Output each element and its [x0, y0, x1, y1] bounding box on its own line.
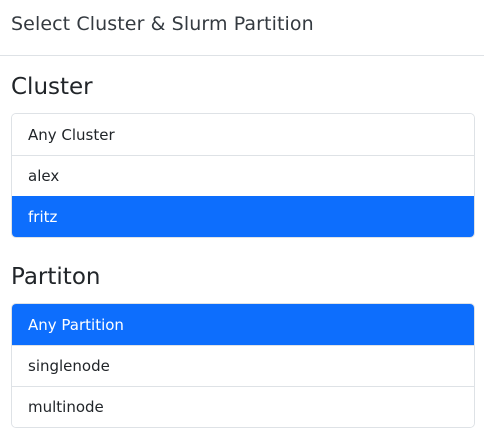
partition-item-any[interactable]: Any Partition: [12, 304, 474, 345]
cluster-item-label: alex: [28, 167, 60, 185]
partition-list: Any Partition singlenode multinode: [11, 303, 475, 428]
dialog-body: Cluster Any Cluster alex fritz Partiton …: [0, 56, 484, 428]
partition-item-multinode[interactable]: multinode: [12, 386, 474, 427]
cluster-item-fritz[interactable]: fritz: [12, 196, 474, 237]
partition-item-label: multinode: [28, 398, 104, 416]
cluster-list: Any Cluster alex fritz: [11, 113, 475, 238]
cluster-partition-dialog: Select Cluster & Slurm Partition Cluster…: [0, 0, 484, 428]
partition-heading: Partiton: [11, 264, 101, 290]
cluster-item-any[interactable]: Any Cluster: [12, 114, 474, 155]
dialog-header: Select Cluster & Slurm Partition: [0, 0, 484, 56]
cluster-item-label: fritz: [28, 208, 58, 226]
partition-item-singlenode[interactable]: singlenode: [12, 345, 474, 386]
partition-item-label: singlenode: [28, 357, 110, 375]
partition-item-label: Any Partition: [28, 315, 124, 334]
dialog-title: Select Cluster & Slurm Partition: [11, 13, 314, 35]
cluster-item-alex[interactable]: alex: [12, 155, 474, 196]
cluster-item-label: Any Cluster: [28, 125, 115, 144]
cluster-heading: Cluster: [11, 74, 93, 100]
